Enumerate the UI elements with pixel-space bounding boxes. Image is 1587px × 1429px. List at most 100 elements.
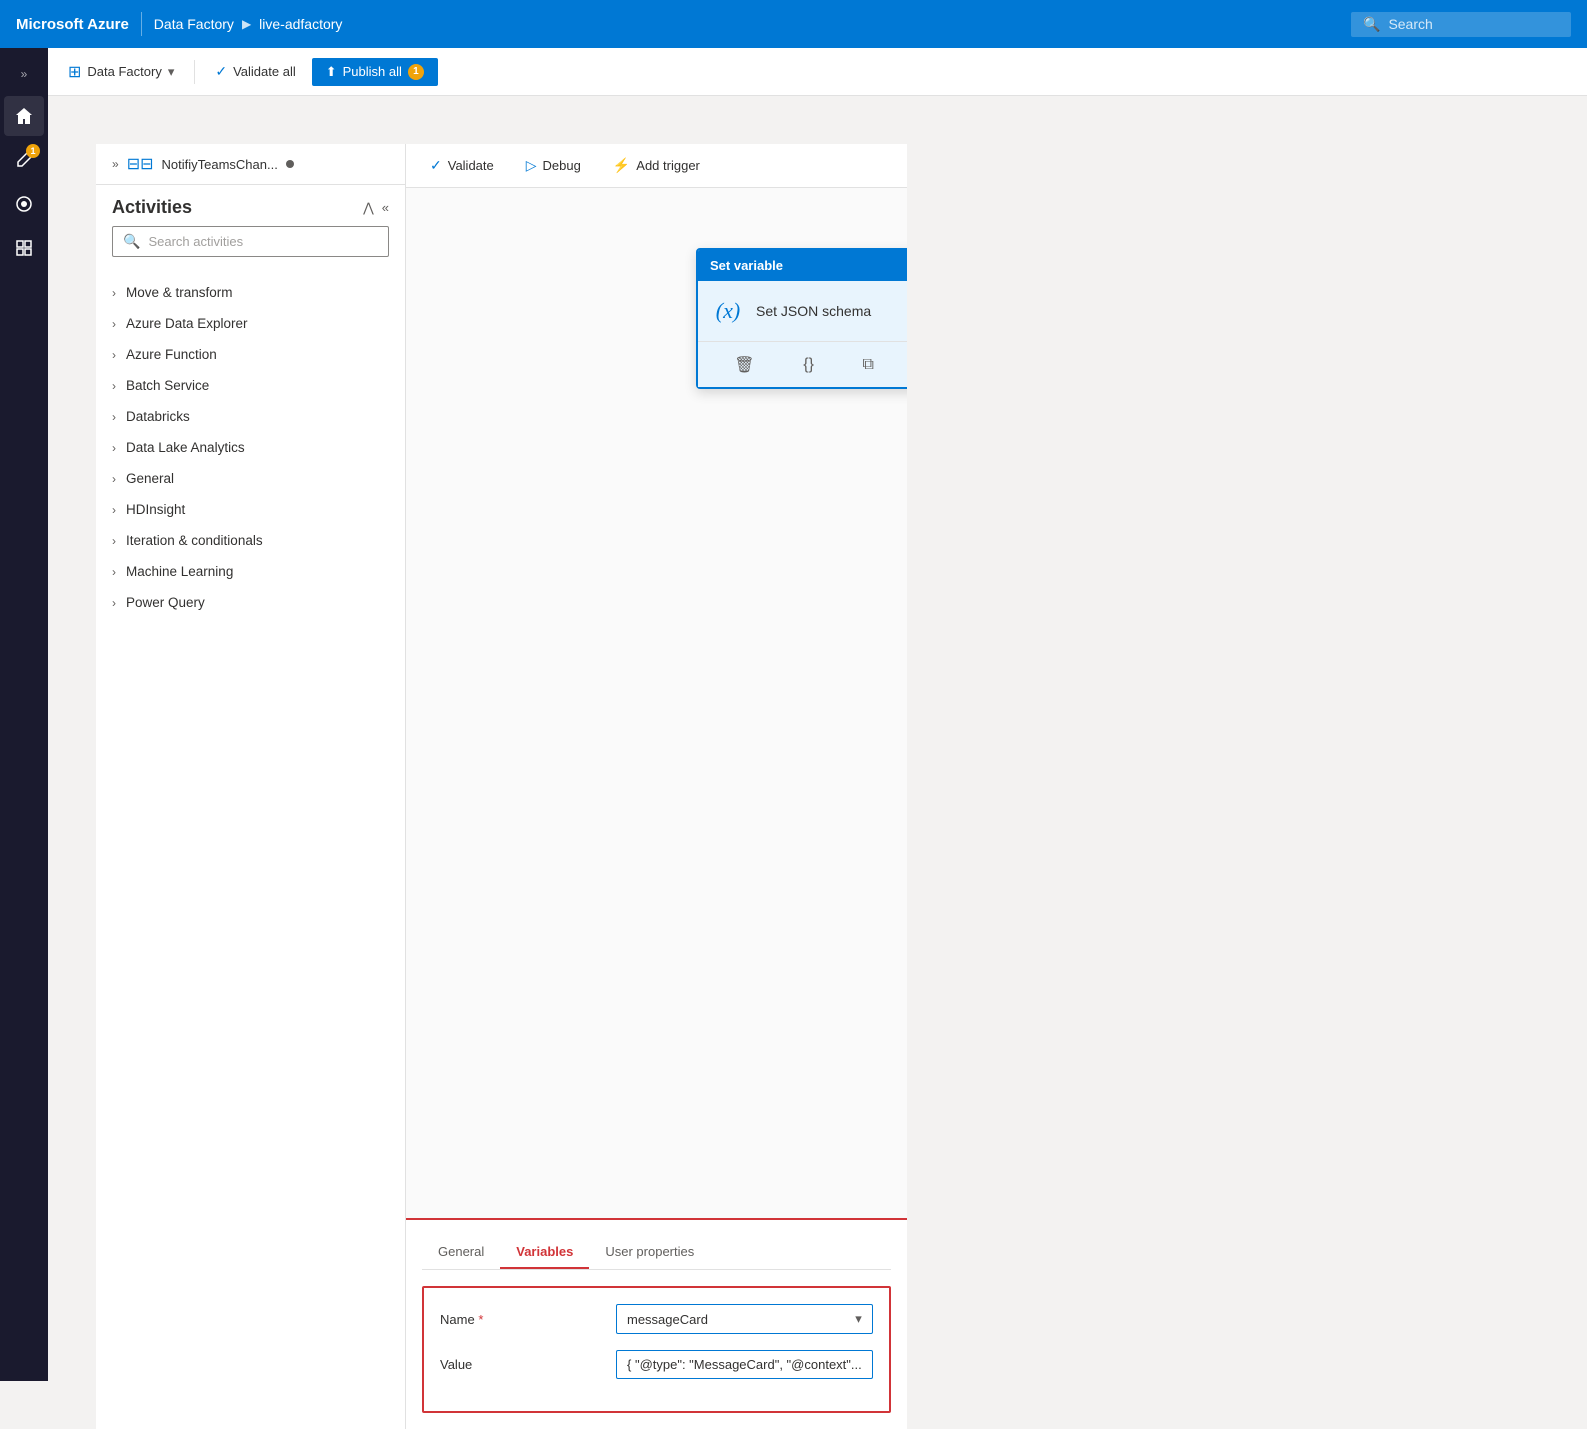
filter-icon[interactable]: « — [382, 200, 389, 215]
activity-label-0: Move & transform — [126, 285, 233, 300]
activity-card-header: Set variable — [698, 250, 907, 281]
activity-iteration-conditionals[interactable]: › Iteration & conditionals — [112, 525, 389, 556]
main-content: » ⊟⊟ NotifiyTeamsChan... Activities ⋀ « … — [96, 144, 907, 1429]
activity-label-3: Batch Service — [126, 378, 209, 393]
activity-move-transform[interactable]: › Move & transform — [112, 277, 389, 308]
chevron-icon-10: › — [112, 596, 116, 610]
activity-card-name: Set JSON schema — [756, 303, 871, 319]
pipeline-tab[interactable]: » ⊟⊟ NotifiyTeamsChan... — [96, 144, 405, 185]
activity-hdinsight[interactable]: › HDInsight — [112, 494, 389, 525]
chevron-icon-6: › — [112, 472, 116, 486]
sidebar-item-pencil[interactable]: 1 — [4, 140, 44, 180]
add-trigger-button[interactable]: ⚡ Add trigger — [605, 153, 708, 178]
activities-header-icons: ⋀ « — [363, 200, 389, 216]
icon-sidebar: » 1 — [0, 48, 48, 1381]
name-dropdown[interactable]: messageCard ▾ — [616, 1304, 873, 1334]
activity-label-10: Power Query — [126, 595, 205, 610]
pipeline-tab-name: NotifiyTeamsChan... — [162, 157, 278, 172]
chevron-icon-3: › — [112, 379, 116, 393]
activity-label-5: Data Lake Analytics — [126, 440, 245, 455]
activity-label-4: Databricks — [126, 409, 190, 424]
chevron-icon-7: › — [112, 503, 116, 517]
variables-form: Name * messageCard ▾ Value { " — [422, 1286, 891, 1413]
activity-databricks[interactable]: › Databricks — [112, 401, 389, 432]
brand-name: Microsoft Azure — [16, 16, 129, 33]
pipeline-dot — [286, 160, 294, 168]
breadcrumb-df[interactable]: Data Factory — [154, 16, 234, 32]
validate-button[interactable]: ✓ Validate — [422, 153, 502, 178]
validate-icon: ✓ — [215, 63, 227, 80]
search-activities-input[interactable] — [148, 234, 378, 249]
activity-general[interactable]: › General — [112, 463, 389, 494]
collapse-icon[interactable]: ⋀ — [363, 200, 374, 216]
df-label: Data Factory — [87, 64, 161, 79]
activity-data-lake-analytics[interactable]: › Data Lake Analytics — [112, 432, 389, 463]
breadcrumb-factory: live-adfactory — [259, 16, 342, 32]
sidebar-item-monitor[interactable] — [4, 184, 44, 224]
copy-button[interactable]: ⧉ — [859, 352, 878, 378]
pipeline-icon: ⊟⊟ — [127, 154, 154, 174]
activity-card-footer: 🗑 {} ⧉ ⊕ — [698, 341, 907, 387]
validate-canvas-label: Validate — [448, 158, 494, 173]
form-row-value: Value { "@type": "MessageCard", "@contex… — [440, 1350, 873, 1379]
value-input[interactable]: { "@type": "MessageCard", "@context"... — [616, 1350, 873, 1379]
activity-label-8: Iteration & conditionals — [126, 533, 263, 548]
activity-card[interactable]: Set variable (x) Set JSON schema 🗑 {} ⧉ … — [696, 248, 907, 389]
df-grid-icon: ⊞ — [68, 62, 81, 82]
form-row-name: Name * messageCard ▾ — [440, 1304, 873, 1334]
required-star: * — [478, 1312, 483, 1327]
chevron-icon-9: › — [112, 565, 116, 579]
activity-azure-function[interactable]: › Azure Function — [112, 339, 389, 370]
main-toolbar: ⊞ Data Factory ▾ ✓ Validate all ⬆ Publis… — [48, 48, 1587, 96]
sidebar-item-manage[interactable] — [4, 228, 44, 268]
upload-icon: ⬆ — [326, 64, 337, 80]
pipeline-canvas[interactable]: Set variable (x) Set JSON schema 🗑 {} ⧉ … — [406, 188, 907, 1218]
activities-header: Activities ⋀ « — [96, 185, 405, 226]
activity-label-6: General — [126, 471, 174, 486]
chevron-icon-4: › — [112, 410, 116, 424]
tab-general[interactable]: General — [422, 1236, 500, 1269]
activity-label-9: Machine Learning — [126, 564, 233, 579]
activities-title: Activities — [112, 197, 192, 218]
search-bar[interactable]: 🔍 — [1351, 12, 1571, 37]
search-input[interactable] — [1388, 16, 1548, 32]
validate-label: Validate all — [233, 64, 296, 79]
activity-power-query[interactable]: › Power Query — [112, 587, 389, 618]
monitor-icon — [14, 194, 34, 214]
delete-button[interactable]: 🗑 — [730, 351, 758, 379]
publish-badge: 1 — [408, 64, 424, 80]
validate-all-button[interactable]: ✓ Validate all — [207, 59, 303, 84]
toolbar-divider-1 — [194, 60, 195, 84]
activity-card-body: (x) Set JSON schema — [698, 281, 907, 341]
trigger-icon: ⚡ — [613, 157, 630, 174]
value-label: Value — [440, 1357, 600, 1372]
nav-divider — [141, 12, 142, 36]
publish-label: Publish all — [343, 64, 402, 79]
name-label: Name * — [440, 1312, 600, 1327]
activity-card-title: Set variable — [710, 258, 783, 273]
activity-machine-learning[interactable]: › Machine Learning — [112, 556, 389, 587]
breadcrumb-chevron: ▶ — [242, 17, 251, 31]
publish-all-button[interactable]: ⬆ Publish all 1 — [312, 58, 438, 86]
code-button[interactable]: {} — [799, 352, 818, 378]
search-activities-container[interactable]: 🔍 — [112, 226, 389, 257]
tab-variables-label: Variables — [516, 1244, 573, 1259]
data-factory-selector[interactable]: ⊞ Data Factory ▾ — [60, 58, 182, 86]
debug-label: Debug — [543, 158, 581, 173]
tab-variables[interactable]: Variables — [500, 1236, 589, 1269]
activity-azure-data-explorer[interactable]: › Azure Data Explorer — [112, 308, 389, 339]
df-chevron-icon: ▾ — [168, 64, 175, 80]
canvas-toolbar: ✓ Validate ▷ Debug ⚡ Add trigger — [406, 144, 907, 188]
debug-button[interactable]: ▷ Debug — [518, 153, 589, 178]
sidebar-item-home[interactable] — [4, 96, 44, 136]
expand-button[interactable]: » — [10, 60, 38, 88]
tab-user-properties[interactable]: User properties — [589, 1236, 710, 1269]
search-icon: 🔍 — [1363, 16, 1380, 33]
tab-general-label: General — [438, 1244, 484, 1259]
activity-label-2: Azure Function — [126, 347, 217, 362]
chevron-icon-1: › — [112, 317, 116, 331]
expand-arrows[interactable]: » — [112, 157, 119, 171]
home-icon — [14, 106, 34, 126]
activity-batch-service[interactable]: › Batch Service — [112, 370, 389, 401]
chevron-icon-8: › — [112, 534, 116, 548]
